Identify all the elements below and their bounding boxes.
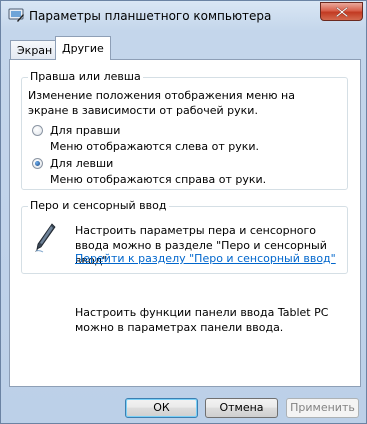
close-icon [336, 7, 348, 17]
tab-screen[interactable]: Экран [10, 40, 60, 59]
dialog-window: Параметры планшетного компьютера Экран Д… [0, 0, 367, 424]
input-panel-note: Настроить функции панели ввода Tablet PC… [75, 306, 329, 334]
tablet-settings-icon [8, 8, 24, 22]
left-handed-radio[interactable] [32, 158, 43, 169]
right-handed-hint: Меню отображаются слева от руки. [50, 140, 260, 153]
pen-touch-link[interactable]: Перейти к разделу "Перо и сенсорный ввод… [75, 251, 336, 266]
tab-strip: Экран Другие [9, 36, 361, 60]
radio-selected-dot [35, 161, 40, 166]
window-title: Параметры планшетного компьютера [29, 9, 272, 23]
pen-touch-group-title: Перо и сенсорный ввод [28, 199, 169, 212]
apply-button[interactable]: Применить [286, 398, 359, 418]
ok-button[interactable]: ОК [125, 398, 198, 418]
tab-panel-other: Правша или левша Изменение положения ото… [9, 59, 361, 387]
left-handed-hint: Меню отображаются справа от руки. [50, 173, 267, 186]
close-button[interactable] [320, 2, 363, 21]
tab-other[interactable]: Другие [55, 36, 111, 60]
right-handed-radio[interactable] [32, 125, 43, 136]
right-handed-label[interactable]: Для правши [50, 123, 120, 138]
handedness-group: Правша или левша Изменение положения ото… [21, 70, 348, 190]
left-handed-label[interactable]: Для левши [50, 156, 113, 171]
title-bar[interactable]: Параметры планшетного компьютера [1, 1, 366, 31]
handedness-description: Изменение положения отображения меню на … [28, 89, 295, 117]
pen-icon [34, 223, 56, 256]
cancel-button[interactable]: Отмена [205, 398, 278, 418]
pen-touch-group: Перо и сенсорный ввод Настроить параметр… [21, 199, 348, 274]
handedness-group-title: Правша или левша [28, 70, 143, 83]
